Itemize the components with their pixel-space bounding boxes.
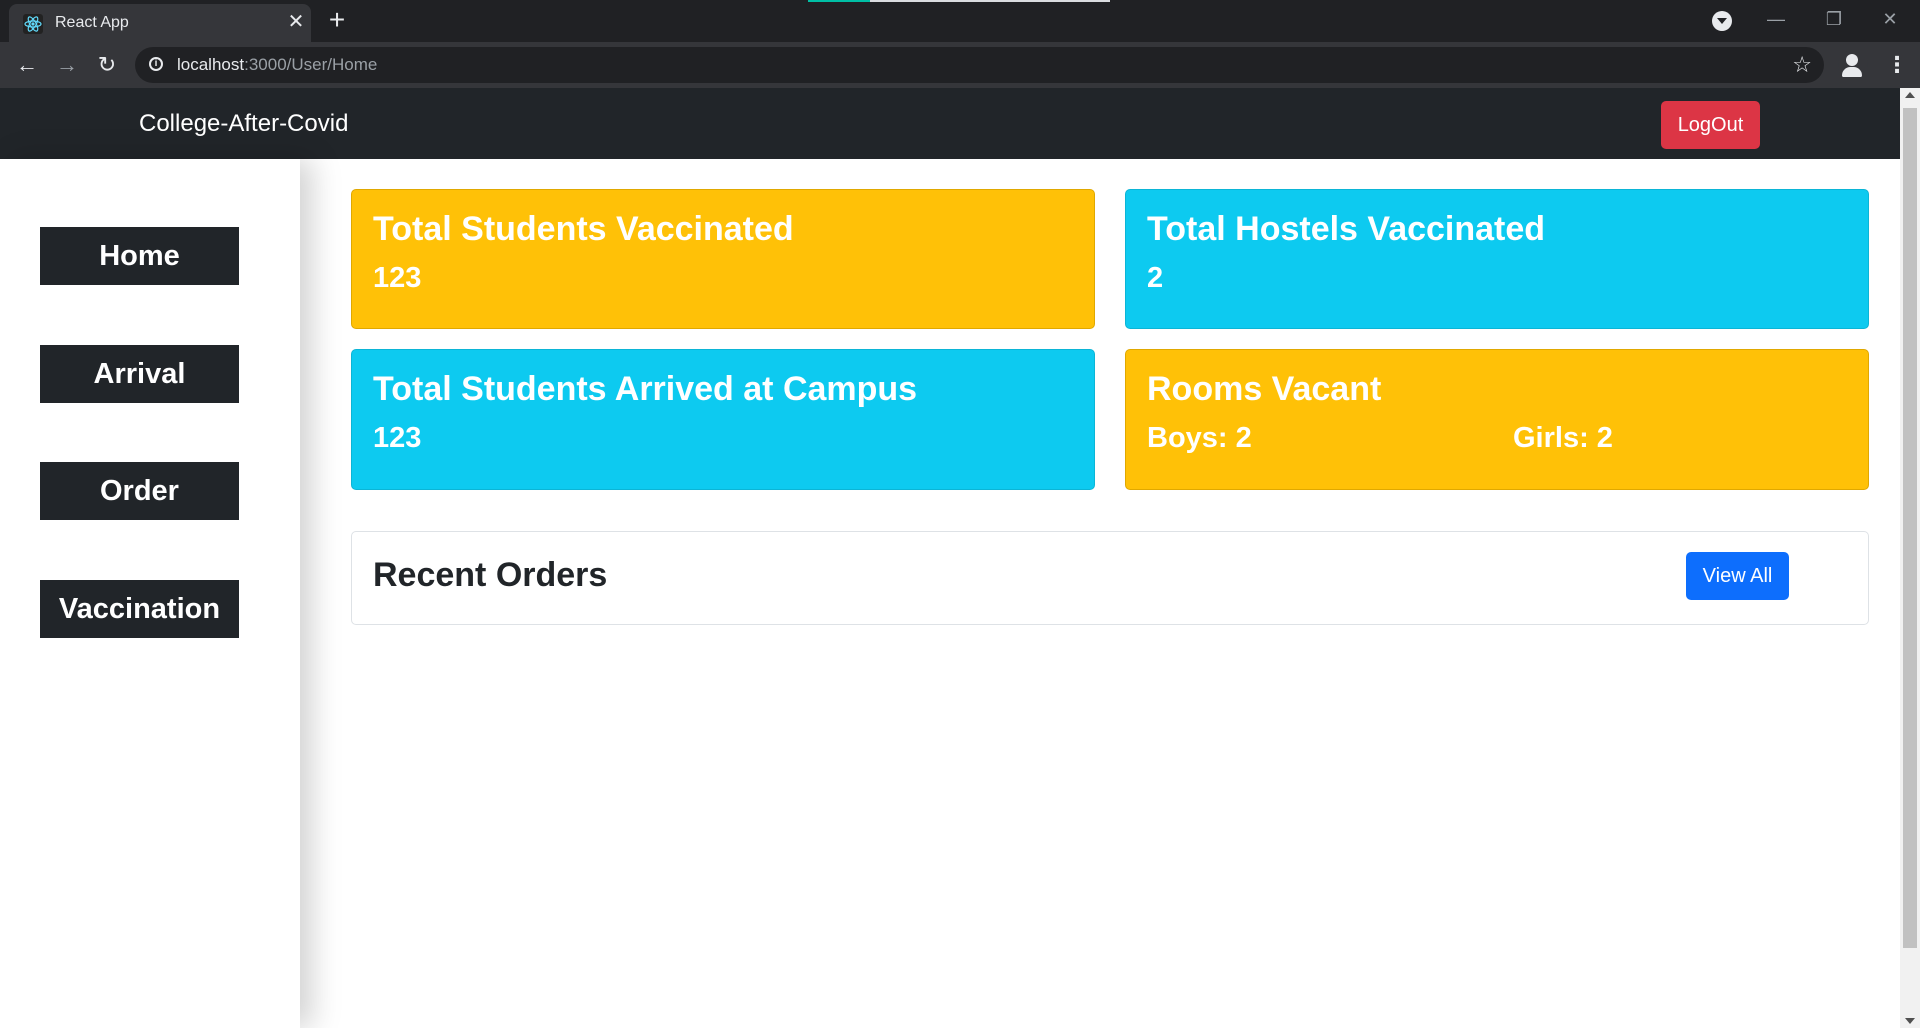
scroll-up-icon[interactable]	[1905, 92, 1915, 98]
card-title: Total Students Arrived at Campus	[373, 370, 918, 408]
profile-icon[interactable]	[1838, 50, 1868, 80]
restore-icon[interactable]: ❐	[1806, 4, 1862, 34]
close-tab-icon[interactable]: ✕	[285, 11, 307, 33]
recent-orders-panel: Recent Orders View All	[351, 531, 1869, 625]
forward-icon[interactable]: →	[52, 50, 82, 80]
page-scrollbar[interactable]	[1900, 88, 1920, 1028]
star-icon[interactable]: ☆	[1792, 52, 1812, 78]
top-navbar: College-After-Covid LogOut	[0, 88, 1900, 159]
view-all-button[interactable]: View All	[1686, 552, 1789, 600]
card-title: Total Students Vaccinated	[373, 210, 794, 248]
logout-button[interactable]: LogOut	[1661, 101, 1760, 149]
browser-tab-strip: React App ✕ + — ❐ ✕	[0, 0, 1920, 42]
url-text[interactable]: localhost:3000/User/Home	[177, 55, 377, 75]
browser-tab[interactable]: React App ✕	[9, 4, 311, 42]
back-icon[interactable]: ←	[12, 50, 42, 80]
address-bar[interactable]: i localhost:3000/User/Home ☆	[135, 47, 1824, 83]
card-title: Total Hostels Vaccinated	[1147, 210, 1546, 248]
card-value: 123	[373, 422, 422, 454]
minimize-icon[interactable]: —	[1748, 4, 1804, 34]
tab-title: React App	[55, 14, 129, 31]
loading-indicator	[808, 0, 870, 2]
browser-toolbar: ← → ↻ i localhost:3000/User/Home ☆ ⋮	[0, 42, 1920, 88]
sidebar-item-home[interactable]: Home	[40, 227, 239, 285]
reload-icon[interactable]: ↻	[92, 50, 122, 80]
boys-vacant-value: Boys: 2	[1147, 422, 1252, 454]
card-title: Rooms Vacant	[1147, 370, 1382, 408]
info-icon[interactable]: i	[149, 57, 163, 71]
url-host: localhost	[177, 55, 245, 74]
sidebar: Home Arrival Order Vaccination	[0, 159, 300, 1028]
card-hostels-vaccinated: Total Hostels Vaccinated 2	[1125, 189, 1869, 329]
recent-orders-title: Recent Orders	[373, 556, 608, 594]
scroll-thumb[interactable]	[1903, 108, 1917, 948]
card-rooms-vacant: Rooms Vacant Boys: 2 Girls: 2	[1125, 349, 1869, 490]
card-students-arrived: Total Students Arrived at Campus 123	[351, 349, 1095, 490]
sidebar-item-arrival[interactable]: Arrival	[40, 345, 239, 403]
card-students-vaccinated: Total Students Vaccinated 123	[351, 189, 1095, 329]
brand-title[interactable]: College-After-Covid	[139, 110, 348, 138]
scroll-down-icon[interactable]	[1905, 1018, 1915, 1024]
card-value: 2	[1147, 262, 1164, 294]
page-viewport: College-After-Covid LogOut Home Arrival …	[0, 88, 1900, 1028]
close-window-icon[interactable]: ✕	[1862, 4, 1918, 34]
girls-vacant-value: Girls: 2	[1513, 422, 1613, 454]
sidebar-item-order[interactable]: Order	[40, 462, 239, 520]
loading-indicator-track	[870, 0, 1110, 2]
new-tab-icon[interactable]: +	[324, 6, 350, 34]
url-path: :3000/User/Home	[244, 55, 378, 74]
tab-search-icon[interactable]	[1712, 11, 1732, 31]
menu-icon[interactable]: ⋮	[1886, 50, 1908, 80]
react-icon	[23, 14, 43, 34]
sidebar-item-vaccination[interactable]: Vaccination	[40, 580, 239, 638]
card-value: 123	[373, 262, 422, 294]
